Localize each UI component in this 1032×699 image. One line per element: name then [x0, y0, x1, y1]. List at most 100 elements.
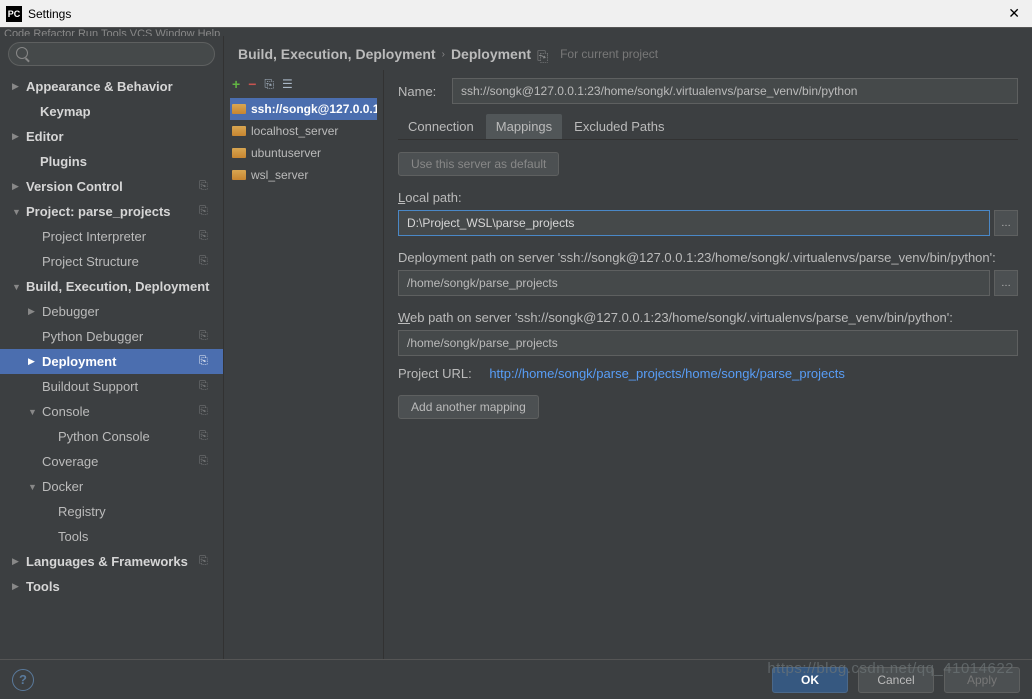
add-mapping-button[interactable]: Add another mapping [398, 395, 539, 419]
tab-connection[interactable]: Connection [398, 114, 484, 139]
tab-mappings[interactable]: Mappings [486, 114, 562, 139]
use-as-default-button[interactable]: Use this server as default [398, 152, 559, 176]
cancel-button[interactable]: Cancel [858, 667, 934, 693]
chevron-right-icon: ▶ [12, 81, 22, 92]
help-icon[interactable]: ? [12, 669, 34, 691]
sidebar-item-python-debugger[interactable]: Python Debugger⎘ [0, 324, 223, 349]
ok-button[interactable]: OK [772, 667, 848, 693]
server-item[interactable]: ssh://songk@127.0.0.1: [230, 98, 377, 120]
add-server-icon[interactable]: + [232, 76, 240, 92]
sidebar-item-label: Build, Execution, Deployment [26, 279, 223, 294]
chevron-down-icon: ▼ [28, 482, 38, 492]
chevron-right-icon: ▶ [28, 356, 38, 367]
sidebar-item-label: Python Debugger [42, 329, 199, 344]
remove-server-icon[interactable]: − [248, 76, 256, 92]
sidebar-item-label: Debugger [42, 304, 223, 319]
server-icon [232, 126, 246, 136]
sidebar-item-plugins[interactable]: Plugins [0, 149, 223, 174]
project-url-link[interactable]: http://home/songk/parse_projects/home/so… [489, 366, 845, 381]
sidebar-item-tools[interactable]: Tools [0, 524, 223, 549]
sidebar-item-project-structure[interactable]: Project Structure⎘ [0, 249, 223, 274]
sidebar-item-version-control[interactable]: ▶ Version Control⎘ [0, 174, 223, 199]
breadcrumb: Build, Execution, Deployment › Deploymen… [224, 36, 1032, 70]
settings-sidebar: ▶ Appearance & Behavior Keymap ▶ Editor Plugi… [0, 36, 224, 659]
sidebar-item-coverage[interactable]: Coverage⎘ [0, 449, 223, 474]
sidebar-item-buildout-support[interactable]: Buildout Support⎘ [0, 374, 223, 399]
web-path-field[interactable] [398, 330, 1018, 356]
sidebar-item-keymap[interactable]: Keymap [0, 99, 223, 124]
sidebar-item-label: Keymap [40, 104, 223, 119]
project-scope-icon: ⎘ [199, 230, 213, 244]
apply-button[interactable]: Apply [944, 667, 1020, 693]
server-name: wsl_server [251, 168, 308, 182]
deployment-path-field[interactable] [398, 270, 990, 296]
sidebar-item-label: Buildout Support [42, 379, 199, 394]
chevron-down-icon: ▼ [12, 282, 22, 292]
sidebar-item-python-console[interactable]: Python Console⎘ [0, 424, 223, 449]
chevron-right-icon: ▶ [12, 131, 22, 142]
sidebar-item-project-parse-projects[interactable]: ▼Project: parse_projects⎘ [0, 199, 223, 224]
project-scope-hint: For current project [560, 47, 658, 61]
chevron-down-icon: ▼ [12, 207, 22, 217]
search-input[interactable] [8, 42, 215, 66]
list-icon[interactable]: ☰ [282, 77, 293, 91]
chevron-right-icon: ▶ [28, 306, 38, 317]
sidebar-item-project-interpreter[interactable]: Project Interpreter⎘ [0, 224, 223, 249]
project-url-row: Project URL: http://home/songk/parse_pro… [398, 366, 1018, 381]
project-url-label: Project URL: [398, 366, 472, 381]
sidebar-item-build-execution-deployment[interactable]: ▼ Build, Execution, Deployment [0, 274, 223, 299]
sidebar-item-label: Languages & Frameworks [26, 554, 199, 569]
sidebar-item-label: Tools [26, 579, 223, 594]
sidebar-item-label: Registry [58, 504, 223, 519]
sidebar-item-label: Project Interpreter [42, 229, 199, 244]
sidebar-item-appearance-behavior[interactable]: ▶ Appearance & Behavior [0, 74, 223, 99]
project-scope-icon: ⎘ [199, 180, 213, 194]
deployment-path-label: Deployment path on server 'ssh://songk@1… [398, 250, 1018, 265]
sidebar-item-tools[interactable]: ▶Tools [0, 574, 223, 599]
server-icon [232, 104, 246, 114]
project-scope-icon: ⎘ [199, 380, 213, 394]
titlebar: PC Settings ✕ [0, 0, 1032, 28]
close-icon[interactable]: ✕ [1002, 5, 1026, 22]
chevron-down-icon: ▼ [28, 407, 38, 417]
project-scope-icon: ⎘ [199, 405, 213, 419]
sidebar-item-label: Version Control [26, 179, 199, 194]
browse-deploy-path-button[interactable]: … [994, 270, 1018, 296]
sidebar-item-deployment[interactable]: ▶Deployment⎘ [0, 349, 223, 374]
chevron-right-icon: › [442, 49, 445, 60]
local-path-field[interactable] [398, 210, 990, 236]
sidebar-item-label: Appearance & Behavior [26, 79, 223, 94]
sidebar-item-label: Editor [26, 129, 223, 144]
server-icon [232, 170, 246, 180]
server-name: localhost_server [251, 124, 338, 138]
chevron-right-icon: ▶ [12, 556, 22, 567]
server-item[interactable]: ubuntuserver [230, 142, 377, 164]
sidebar-item-label: Console [42, 404, 199, 419]
sidebar-item-editor[interactable]: ▶ Editor [0, 124, 223, 149]
tab-excluded-paths[interactable]: Excluded Paths [564, 114, 674, 139]
copy-server-icon[interactable]: ⎘ [264, 77, 274, 92]
server-name: ssh://songk@127.0.0.1: [251, 102, 377, 116]
chevron-right-icon: ▶ [12, 181, 22, 192]
sidebar-item-docker[interactable]: ▼ Docker [0, 474, 223, 499]
sidebar-item-debugger[interactable]: ▶ Debugger [0, 299, 223, 324]
menubar: Code Refactor Run Tools VCS Window Help [0, 28, 1032, 36]
sidebar-item-registry[interactable]: Registry [0, 499, 223, 524]
server-toolbar: + − ⎘ ☰ [230, 74, 377, 98]
name-field[interactable] [452, 78, 1018, 104]
sidebar-item-console[interactable]: ▼ Console⎘ [0, 399, 223, 424]
breadcrumb-parent[interactable]: Build, Execution, Deployment [238, 46, 436, 62]
server-item[interactable]: localhost_server [230, 120, 377, 142]
sidebar-item-label: Plugins [40, 154, 223, 169]
browse-local-path-button[interactable]: … [994, 210, 1018, 236]
server-item[interactable]: wsl_server [230, 164, 377, 186]
sidebar-item-label: Coverage [42, 454, 199, 469]
server-icon [232, 148, 246, 158]
project-scope-icon: ⎘ [199, 255, 213, 269]
sidebar-item-label: Docker [42, 479, 223, 494]
copy-icon[interactable]: ⎘ [537, 48, 550, 61]
search-icon [16, 47, 28, 59]
dialog-footer: ? OK Cancel Apply [0, 659, 1032, 699]
server-name: ubuntuserver [251, 146, 321, 160]
sidebar-item-languages-frameworks[interactable]: ▶Languages & Frameworks⎘ [0, 549, 223, 574]
